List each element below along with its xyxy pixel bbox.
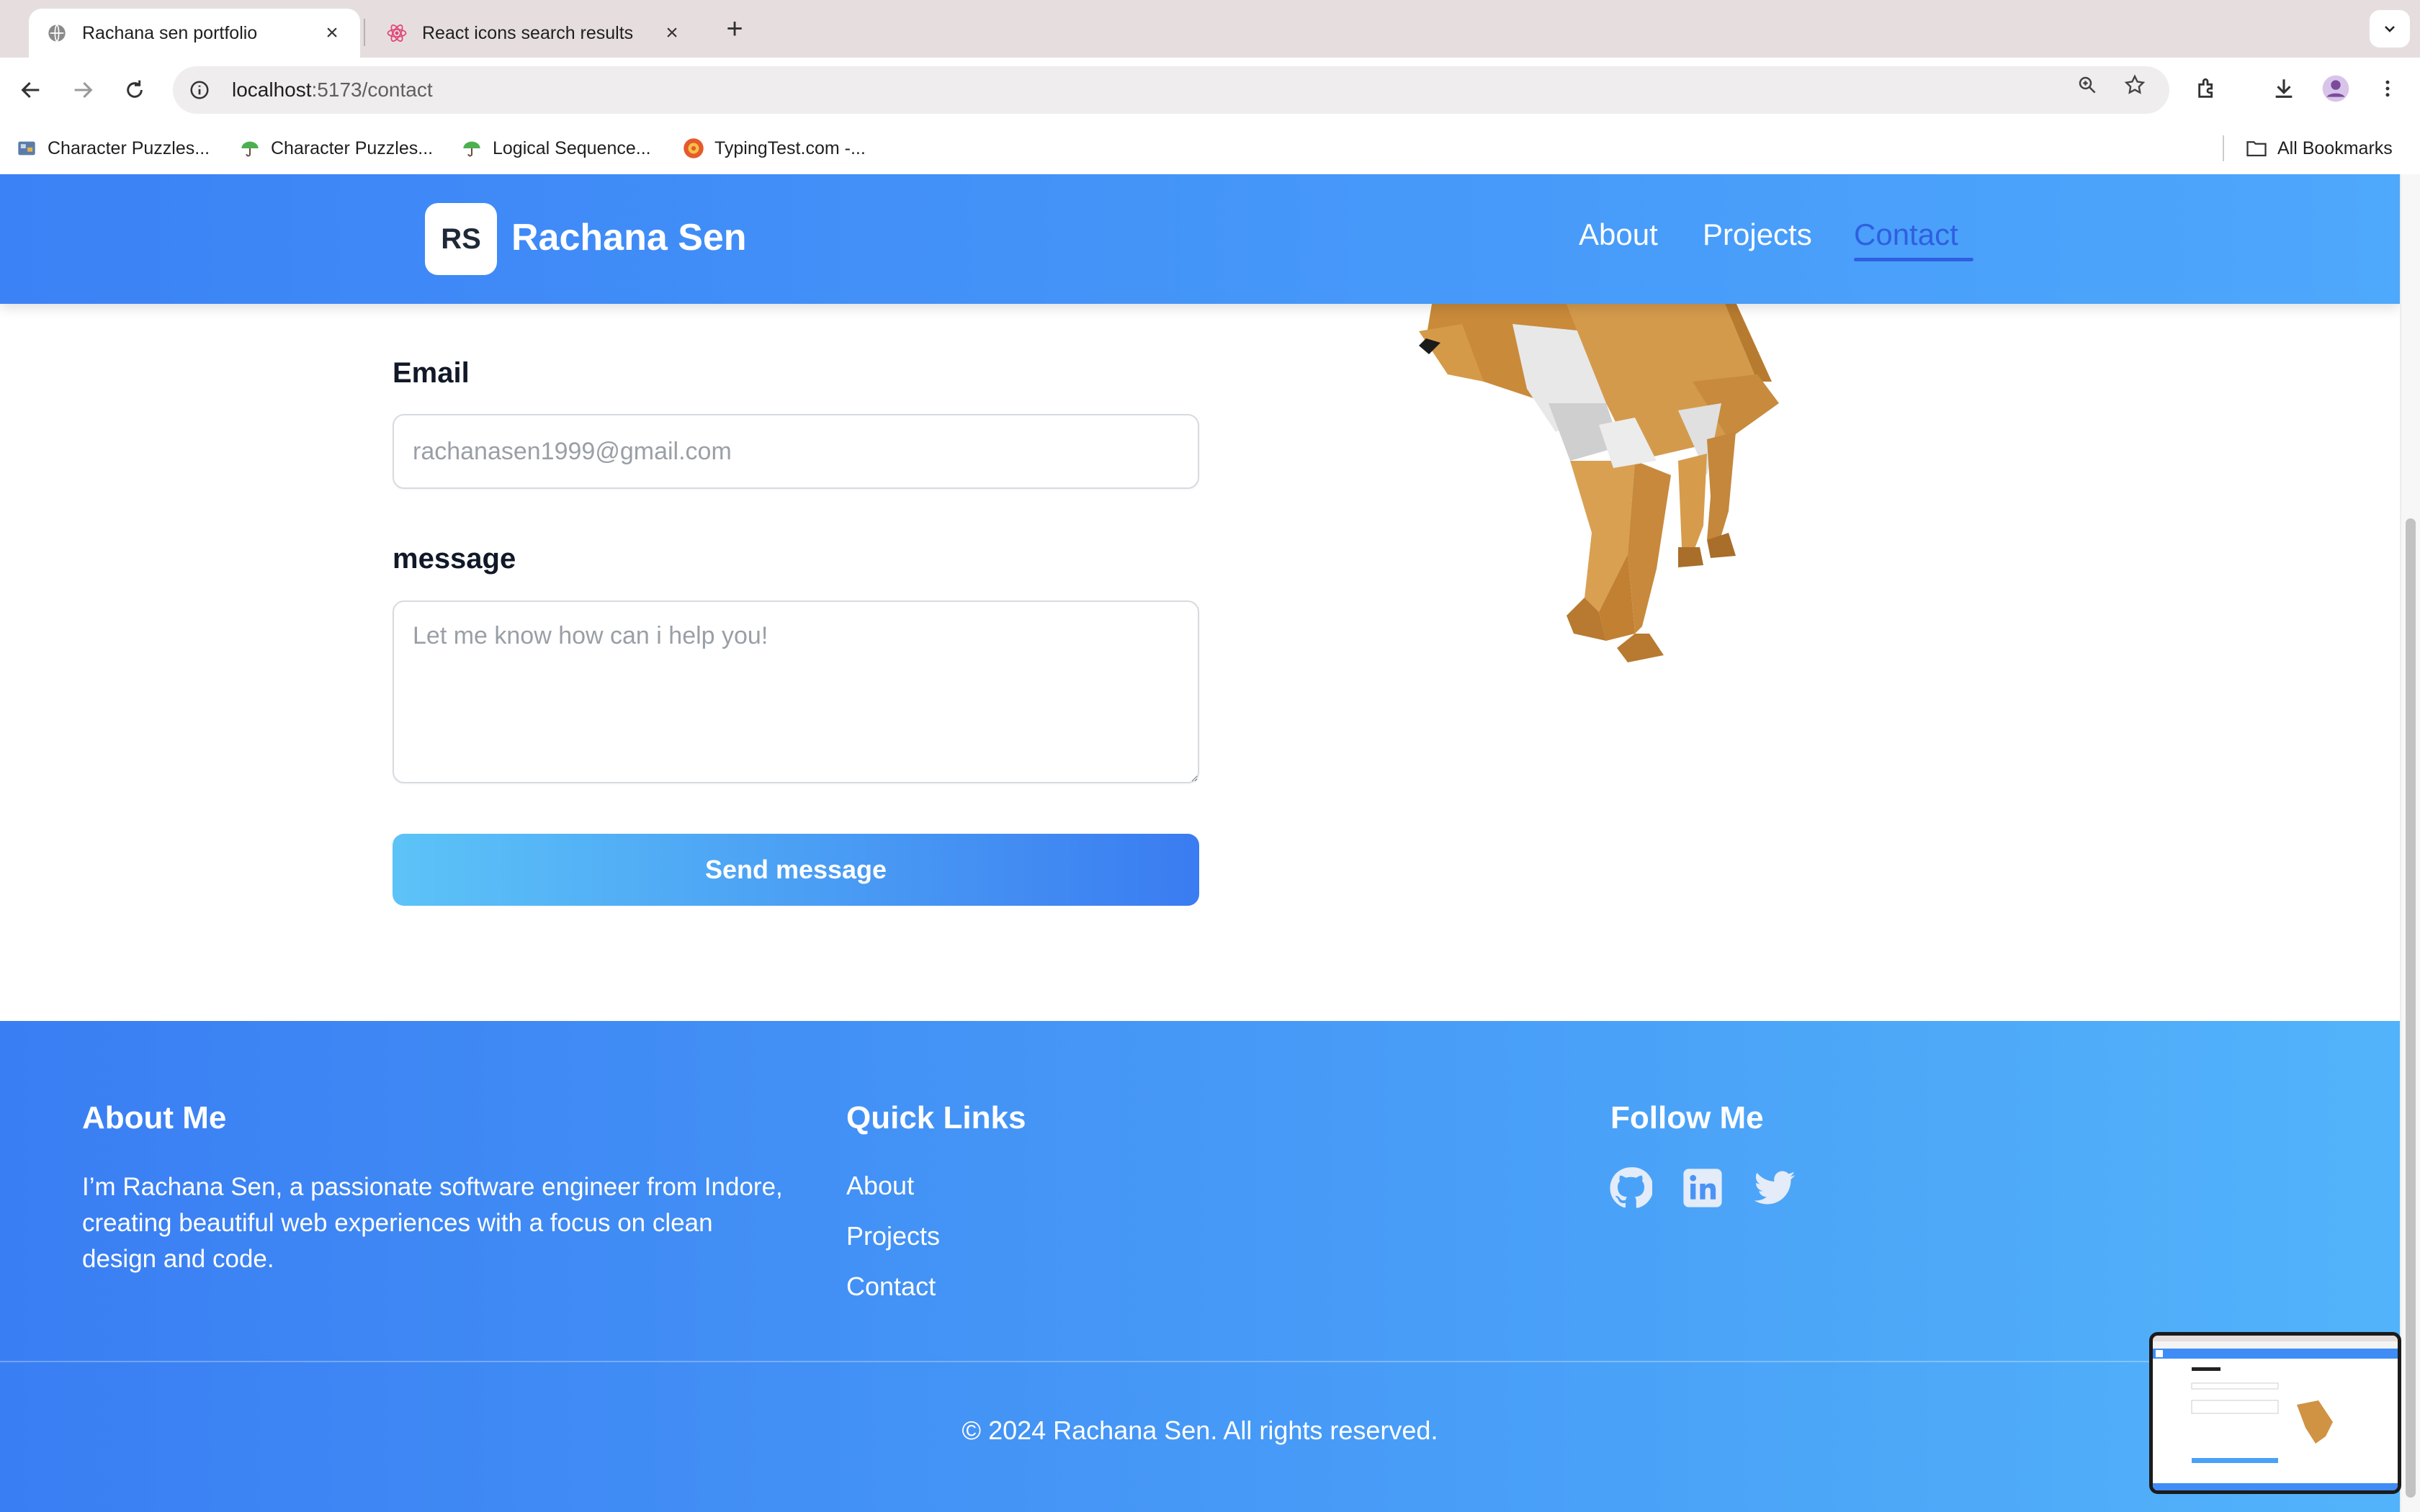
message-label: message xyxy=(393,543,516,575)
forward-arrow-icon[interactable] xyxy=(66,73,99,107)
tab-rachana-portfolio[interactable]: Rachana sen portfolio × xyxy=(29,9,360,58)
linkedin-icon[interactable] xyxy=(1680,1165,1726,1211)
url-path: :5173/contact xyxy=(311,78,433,101)
fox-3d-model xyxy=(1419,295,1779,662)
tab-title: Rachana sen portfolio xyxy=(82,22,258,43)
typingtest-favicon-icon xyxy=(683,138,704,159)
bookmark-label: Character Puzzles... xyxy=(48,138,210,158)
address-bar[interactable]: localhost:5173/contact xyxy=(173,66,2169,114)
bookmarks-divider xyxy=(2223,135,2224,161)
tab-react-icons[interactable]: React icons search results × xyxy=(369,9,700,58)
url-host: localhost xyxy=(232,78,312,101)
site-footer: About Me I’m Rachana Sen, a passionate s… xyxy=(0,1021,2400,1512)
close-icon[interactable]: × xyxy=(321,22,343,44)
tab-title: React icons search results xyxy=(422,22,634,43)
footer-link-projects[interactable]: Projects xyxy=(846,1221,940,1251)
scrollbar-thumb[interactable] xyxy=(2406,518,2416,1498)
footer-about-text: I’m Rachana Sen, a passionate software e… xyxy=(82,1173,783,1273)
zoom-icon[interactable] xyxy=(2073,71,2102,99)
bookmark-typingtest[interactable]: TypingTest.com -... xyxy=(683,135,866,161)
site-info-icon[interactable] xyxy=(189,79,210,101)
footer-follow-heading: Follow Me xyxy=(1610,1100,1764,1135)
tab-separator xyxy=(364,19,365,46)
bookmark-star-icon[interactable] xyxy=(2120,71,2149,99)
nav-contact[interactable]: Contact xyxy=(1854,217,1958,252)
message-textarea[interactable] xyxy=(393,600,1199,783)
umbrella-favicon-icon xyxy=(461,138,483,159)
site-name[interactable]: Rachana Sen xyxy=(511,216,747,259)
nav-projects[interactable]: Projects xyxy=(1703,217,1812,252)
email-field[interactable] xyxy=(393,414,1199,489)
bookmark-character-puzzles-1[interactable]: Character Puzzles... xyxy=(16,135,210,161)
globe-icon xyxy=(46,22,68,44)
bookmark-logical-sequence[interactable]: Logical Sequence... xyxy=(461,135,651,161)
footer-divider xyxy=(0,1361,2400,1362)
screenshot-thumbnail-preview[interactable] xyxy=(2149,1332,2401,1494)
extensions-puzzle-icon[interactable] xyxy=(2191,72,2224,105)
bookmark-character-puzzles-2[interactable]: Character Puzzles... xyxy=(239,135,433,161)
twitter-icon[interactable] xyxy=(1752,1165,1798,1211)
email-label: Email xyxy=(393,357,470,389)
close-icon[interactable]: × xyxy=(661,22,683,44)
profile-avatar-icon[interactable] xyxy=(2319,72,2352,105)
folder-icon xyxy=(2246,138,2267,159)
puzzle-favicon-icon xyxy=(16,138,37,159)
umbrella-favicon-icon xyxy=(239,138,261,159)
footer-link-about[interactable]: About xyxy=(846,1171,914,1201)
footer-about-heading: About Me xyxy=(82,1100,227,1135)
new-tab-icon[interactable]: + xyxy=(719,13,750,45)
nav-active-underline xyxy=(1854,258,1973,261)
page-scrollbar[interactable] xyxy=(2400,174,2420,1512)
back-arrow-icon[interactable] xyxy=(14,73,48,107)
site-header: RS Rachana Sen About Projects Contact xyxy=(0,174,2400,304)
all-bookmarks-label: All Bookmarks xyxy=(2277,138,2393,158)
browser-tab-strip: Rachana sen portfolio × React icons sear… xyxy=(0,0,2420,58)
footer-copyright: © 2024 Rachana Sen. All rights reserved. xyxy=(962,1416,1438,1445)
logo-badge[interactable]: RS xyxy=(425,203,497,275)
react-icon xyxy=(386,22,408,44)
bookmark-label: Character Puzzles... xyxy=(271,138,434,158)
nav-about[interactable]: About xyxy=(1579,217,1658,252)
bookmarks-bar: Character Puzzles... Character Puzzles..… xyxy=(0,122,2420,174)
footer-quick-links-heading: Quick Links xyxy=(846,1100,1026,1135)
tab-search-chevron-down-icon[interactable] xyxy=(2370,10,2410,48)
reload-icon[interactable] xyxy=(118,73,151,107)
all-bookmarks-button[interactable]: All Bookmarks xyxy=(2246,135,2393,161)
page-viewport: RS Rachana Sen About Projects Contact Em… xyxy=(0,174,2400,1512)
github-icon[interactable] xyxy=(1608,1165,1654,1211)
more-vertical-icon[interactable] xyxy=(2371,72,2404,105)
download-icon[interactable] xyxy=(2267,72,2300,105)
send-message-button[interactable]: Send message xyxy=(393,834,1199,906)
footer-link-contact[interactable]: Contact xyxy=(846,1272,936,1302)
bookmark-label: TypingTest.com -... xyxy=(714,138,866,158)
bookmark-label: Logical Sequence... xyxy=(493,138,651,158)
browser-toolbar: localhost:5173/contact xyxy=(0,58,2420,122)
